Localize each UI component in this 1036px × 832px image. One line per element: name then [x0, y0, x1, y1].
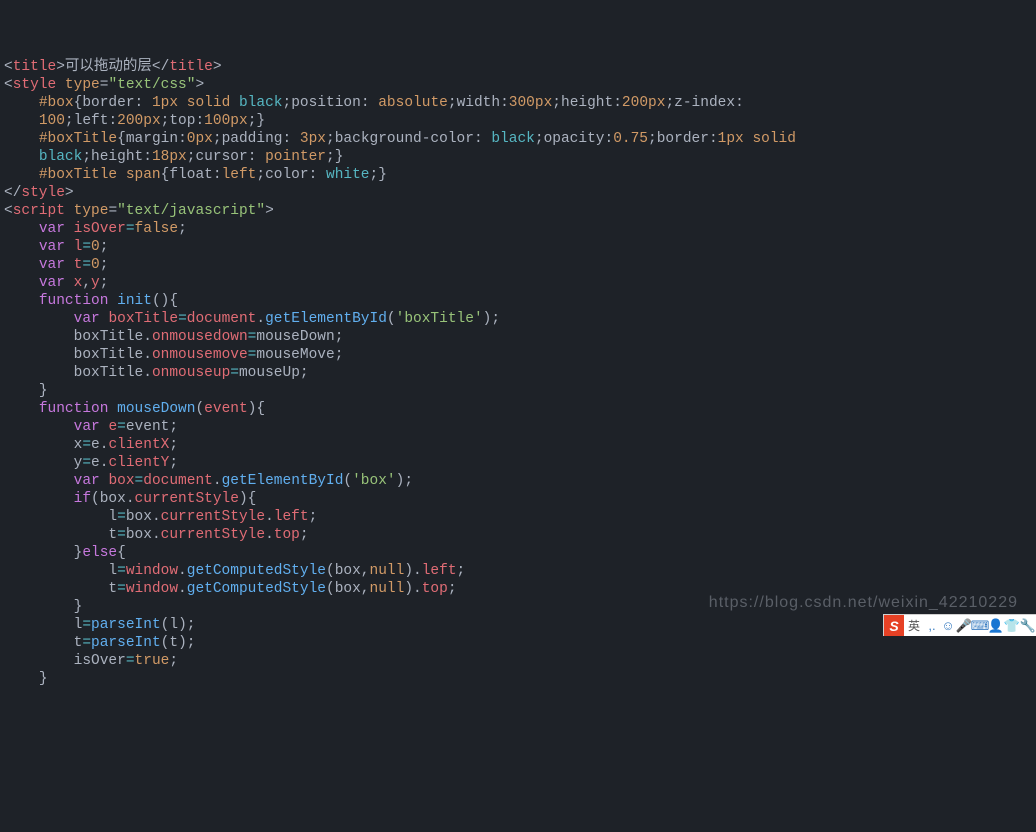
sogou-icon[interactable]: S — [884, 615, 904, 636]
wrench-icon[interactable]: 🔧 — [1020, 617, 1036, 635]
watermark: https://blog.csdn.net/weixin_42210229 — [709, 594, 1018, 612]
ime-lang[interactable]: 英 — [904, 617, 924, 635]
ime-toolbar[interactable]: S 英 ,. ☺ 🎤 ⌨ 👤 👕 🔧 — [883, 614, 1036, 636]
ime-punct[interactable]: ,. — [924, 617, 940, 635]
shirt-icon[interactable]: 👕 — [1004, 617, 1020, 635]
keyboard-icon[interactable]: ⌨ — [972, 617, 988, 635]
person-icon[interactable]: 👤 — [988, 617, 1004, 635]
smile-icon[interactable]: ☺ — [940, 617, 956, 635]
mic-icon[interactable]: 🎤 — [956, 617, 972, 635]
